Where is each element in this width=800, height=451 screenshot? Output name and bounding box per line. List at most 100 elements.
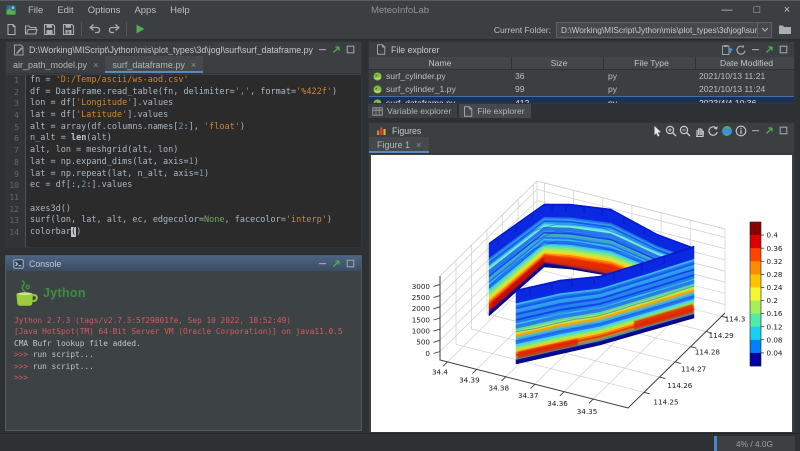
y-tick-label: 114.28 (695, 348, 721, 357)
console-maximize-icon[interactable] (343, 257, 357, 271)
window-maximize-button[interactable]: □ (750, 1, 764, 20)
file-explorer-title: File explorer (391, 45, 720, 55)
file-explorer-minimize-icon[interactable] (748, 43, 762, 57)
x-tick-label: 34.37 (518, 391, 539, 400)
open-file-button[interactable] (21, 20, 40, 38)
console-segment: >>> (14, 373, 28, 382)
file-explorer-float-icon[interactable] (762, 43, 776, 57)
menu-file[interactable]: File (21, 5, 50, 16)
console-float-icon[interactable] (329, 257, 343, 271)
column-header-name[interactable]: Name (369, 57, 512, 69)
current-folder-label: Current Folder: (494, 25, 551, 35)
undo-button[interactable] (85, 20, 104, 38)
figures-tool-zoom-out[interactable] (678, 124, 692, 138)
code-editor[interactable]: 1fn = 'D:/Temp/ascii/ws-aod.csv'2df = Da… (6, 75, 361, 247)
file-row[interactable]: surf_cylinder.py36py2021/10/13 11:21 (369, 70, 794, 83)
meteoinfo-logo-icon (6, 5, 16, 15)
icon (665, 125, 677, 137)
figures-minimize-icon[interactable] (748, 124, 762, 138)
file-row[interactable]: surf_cylinder_1.py99py2021/10/13 11:24 (369, 83, 794, 96)
file-explorer-maximize-icon[interactable] (776, 43, 790, 57)
z-tick-label: 3000 (412, 282, 431, 291)
code-text: df = DataFrame.read_table(fn, delimiter=… (26, 87, 337, 99)
run-script-button[interactable] (130, 20, 149, 38)
code-segment: :], (184, 122, 204, 132)
editor-minimize-icon[interactable] (315, 43, 329, 57)
icon (652, 125, 663, 137)
editor-tab-surf-dataframe[interactable]: surf_dataframe.py × (105, 56, 203, 73)
line-number: 7 (6, 145, 26, 157)
line-number: 2 (6, 87, 26, 99)
code-segment: n_alt = (30, 133, 71, 143)
figures-tool-globe[interactable] (720, 124, 734, 138)
console-title: Console (29, 259, 315, 269)
tab-figure-1[interactable]: Figure 1 × (369, 137, 429, 153)
z-tick-label: 1000 (412, 327, 431, 336)
browse-folder-button[interactable] (778, 24, 792, 35)
colorbar-band (750, 301, 761, 314)
column-header-date[interactable]: Date Modified (696, 57, 794, 69)
figures-tool-pointer[interactable] (650, 124, 664, 138)
colorbar-band (750, 340, 761, 353)
menu-options[interactable]: Options (81, 5, 128, 16)
console-output[interactable]: Jython Jython 2.7.3 (tags/v2.7.3:5f29801… (6, 271, 361, 430)
save-button[interactable] (40, 20, 59, 38)
code-text: n_alt = len(alt) (26, 133, 112, 145)
z-tick-label: 1500 (412, 315, 431, 324)
current-folder-combobox[interactable]: D:\Working\MIScript\Jython\mis\plot_type… (556, 22, 772, 38)
close-icon[interactable]: × (93, 60, 98, 70)
figure-plot[interactable]: 05001000150020002500300034.434.3934.3834… (371, 155, 792, 432)
editor-tab-air-path-model[interactable]: air_path_model.py × (6, 56, 105, 73)
tab-file-explorer[interactable]: File explorer (459, 104, 530, 118)
window-controls: — □ × (720, 1, 794, 20)
file-row[interactable]: surf_dataframe.py412py2023/4/4 10:36 (369, 96, 794, 104)
file-name: surf_cylinder.py (386, 70, 446, 83)
column-header-filetype[interactable]: File Type (604, 57, 696, 69)
console-line: Jython 2.7.3 (tags/v2.7.3:5f29801fe, Sep… (14, 315, 361, 326)
code-segment: ',' (235, 87, 250, 97)
icon (778, 24, 792, 35)
figures-maximize-icon[interactable] (776, 124, 790, 138)
console-minimize-icon[interactable] (315, 257, 329, 271)
window-close-button[interactable]: × (780, 1, 794, 20)
z-tick-label: 500 (416, 338, 430, 347)
window-minimize-button[interactable]: — (720, 1, 734, 20)
code-segment: ) (332, 87, 337, 97)
figures-tool-rotate[interactable] (706, 124, 720, 138)
editor-float-icon[interactable] (329, 43, 343, 57)
file-date: 2021/10/13 11:21 (696, 70, 794, 83)
x-tick-label: 34.38 (489, 383, 510, 392)
column-header-size[interactable]: Size (512, 57, 604, 69)
code-segment: 'float' (204, 122, 240, 132)
paste-path-icon[interactable] (720, 43, 734, 57)
colorbar-band (750, 327, 761, 340)
redo-button[interactable] (104, 20, 123, 38)
editor-maximize-icon[interactable] (343, 43, 357, 57)
figures-title-bar: Figures (369, 123, 794, 138)
refresh-icon[interactable] (734, 43, 748, 57)
menu-help[interactable]: Help (163, 5, 197, 16)
python-file-icon (373, 72, 382, 81)
icon (88, 23, 102, 35)
menu-edit[interactable]: Edit (50, 5, 80, 16)
colorbar-tick-label: 0.28 (767, 270, 783, 279)
tab-variable-explorer[interactable]: Variable explorer (368, 104, 457, 118)
code-text (26, 192, 30, 204)
menu-apps[interactable]: Apps (127, 5, 163, 16)
icon (13, 44, 24, 56)
chevron-down-icon[interactable] (757, 23, 771, 37)
figures-tool-zoom-in[interactable] (664, 124, 678, 138)
figures-float-icon[interactable] (762, 124, 776, 138)
close-icon[interactable]: × (416, 140, 421, 150)
icon (13, 259, 24, 269)
code-text: fn = 'D:/Temp/ascii/ws-aod.csv' (26, 75, 189, 87)
close-icon[interactable]: × (191, 60, 196, 70)
file-name: surf_cylinder_1.py (386, 83, 456, 96)
figures-tool-pan[interactable] (692, 124, 706, 138)
icon (346, 45, 355, 54)
figures-tool-info[interactable] (734, 124, 748, 138)
line-number: 3 (6, 98, 26, 110)
figure-canvas[interactable]: 05001000150020002500300034.434.3934.3834… (371, 155, 792, 432)
save-as-button[interactable]: a (59, 20, 78, 38)
new-script-button[interactable] (2, 20, 21, 38)
